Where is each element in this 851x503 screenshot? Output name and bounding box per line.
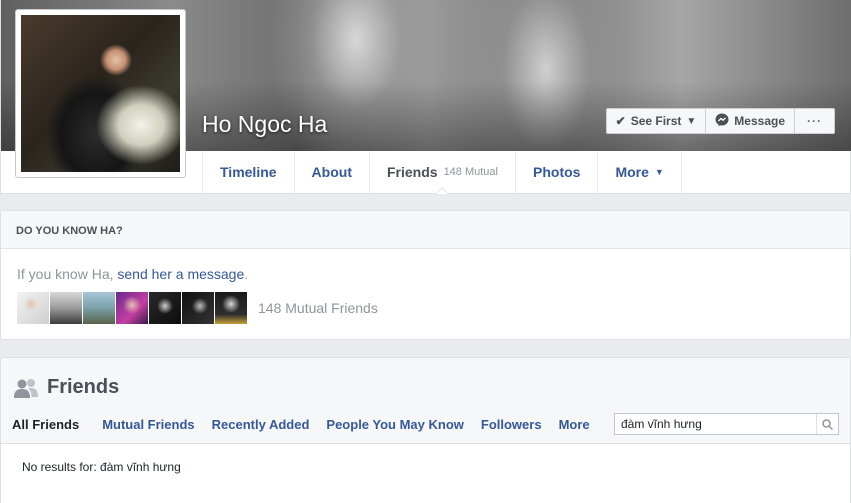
tab-label: About bbox=[311, 164, 352, 180]
search-button[interactable] bbox=[816, 414, 838, 434]
message-button[interactable]: Message bbox=[706, 108, 795, 134]
tab-photos[interactable]: Photos bbox=[515, 151, 597, 193]
friends-search-input[interactable] bbox=[615, 414, 816, 434]
know-heading: DO YOU KNOW HA? bbox=[1, 211, 850, 249]
friends-section: Friends All Friends Mutual Friends Recen… bbox=[0, 357, 851, 503]
more-options-button[interactable]: ··· bbox=[795, 108, 835, 134]
see-first-button[interactable]: ✔ See First ▼ bbox=[605, 108, 707, 134]
profile-photo-image bbox=[21, 15, 180, 172]
tab-about[interactable]: About bbox=[293, 151, 369, 193]
friends-title: Friends bbox=[14, 376, 119, 399]
check-icon: ✔ bbox=[615, 114, 626, 128]
friends-search-box bbox=[614, 413, 839, 435]
send-message-link[interactable]: send her a message bbox=[117, 266, 244, 282]
friends-filter-tabs: All Friends Mutual Friends Recently Adde… bbox=[12, 417, 607, 444]
messenger-icon bbox=[715, 113, 729, 130]
mutual-friend-thumbnail[interactable] bbox=[50, 292, 82, 324]
tab-label: Photos bbox=[533, 164, 581, 180]
tab-label: Timeline bbox=[220, 164, 277, 180]
friends-title-label: Friends bbox=[47, 376, 120, 398]
mutual-friend-thumbnail[interactable] bbox=[215, 292, 247, 324]
mutual-friend-thumbnail[interactable] bbox=[17, 292, 49, 324]
profile-picture[interactable] bbox=[15, 9, 186, 178]
mutual-friend-thumbnail[interactable] bbox=[83, 292, 115, 324]
mutual-friends-row: 148 Mutual Friends bbox=[17, 292, 378, 324]
know-message: If you know Ha, send her a message. bbox=[17, 266, 248, 282]
mutual-friend-thumbnail[interactable] bbox=[182, 292, 214, 324]
mutual-friends-count[interactable]: 148 Mutual Friends bbox=[258, 300, 378, 316]
no-results-message: No results for: đàm vĩnh hưng bbox=[22, 460, 181, 474]
tab-recently-added[interactable]: Recently Added bbox=[212, 417, 310, 444]
tab-friends[interactable]: Friends 148 Mutual bbox=[368, 151, 515, 194]
tab-followers[interactable]: Followers bbox=[481, 417, 542, 444]
see-first-label: See First bbox=[630, 114, 682, 128]
tab-label: Friends bbox=[386, 164, 438, 180]
mutual-friend-thumbnail[interactable] bbox=[149, 292, 181, 324]
profile-tabs: Timeline About Friends 148 Mutual Photos … bbox=[202, 151, 682, 194]
tab-more[interactable]: More bbox=[559, 417, 590, 444]
caret-down-icon: ▼ bbox=[686, 115, 697, 127]
tab-label: More bbox=[615, 164, 649, 180]
mutual-friend-thumbnail[interactable] bbox=[116, 292, 148, 324]
message-label: Message bbox=[734, 114, 785, 128]
know-prefix: If you know Ha, bbox=[17, 266, 114, 282]
tab-all-friends[interactable]: All Friends bbox=[12, 417, 79, 444]
people-icon bbox=[14, 378, 38, 398]
tab-mutual-friends[interactable]: Mutual Friends bbox=[102, 417, 194, 444]
profile-page: Ho Ngoc Ha ✔ See First ▼ Message ··· Tim… bbox=[0, 0, 851, 503]
friends-header: Friends All Friends Mutual Friends Recen… bbox=[1, 358, 850, 444]
caret-down-icon: ▼ bbox=[654, 167, 664, 177]
tab-people-you-may-know[interactable]: People You May Know bbox=[326, 417, 463, 444]
tab-timeline[interactable]: Timeline bbox=[202, 151, 294, 193]
cover-actions: ✔ See First ▼ Message ··· bbox=[605, 108, 835, 134]
mutual-count-badge: 148 Mutual bbox=[443, 166, 498, 178]
know-suffix: . bbox=[244, 266, 249, 282]
tab-more[interactable]: More ▼ bbox=[597, 151, 682, 193]
profile-name[interactable]: Ho Ngoc Ha bbox=[202, 111, 327, 138]
do-you-know-card: DO YOU KNOW HA? If you know Ha, send her… bbox=[0, 210, 851, 340]
search-icon bbox=[822, 418, 833, 430]
profile-header: Ho Ngoc Ha ✔ See First ▼ Message ··· Tim… bbox=[0, 0, 851, 194]
